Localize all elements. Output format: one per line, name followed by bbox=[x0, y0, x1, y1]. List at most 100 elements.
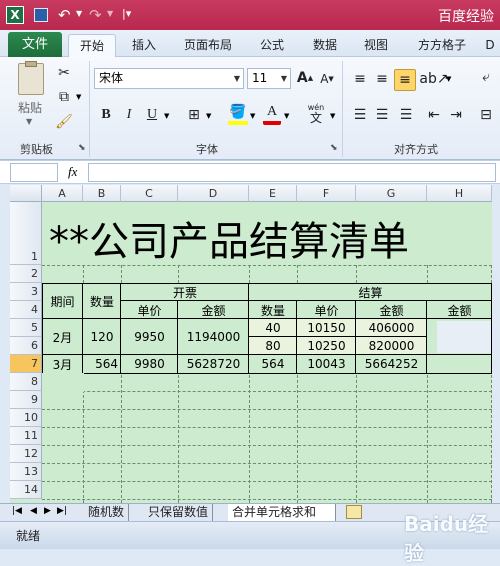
cell-feb-settle1-amount[interactable]: 406000 bbox=[356, 319, 427, 337]
paste-icon[interactable] bbox=[18, 61, 44, 95]
font-launcher-icon[interactable]: ⬊ bbox=[330, 143, 338, 153]
spreadsheet-grid[interactable]: A B C D E F G H 1 2 3 4 5 6 7 8 9 10 11 … bbox=[10, 185, 492, 503]
align-middle-icon[interactable]: ≡ bbox=[372, 69, 392, 89]
cell-feb-quantity[interactable]: 120 bbox=[83, 319, 121, 355]
header-quantity[interactable]: 数量 bbox=[83, 283, 121, 319]
fx-icon[interactable]: fx bbox=[68, 164, 77, 180]
cell-mar-unit-price[interactable]: 9980 bbox=[121, 355, 178, 373]
cell-mar-settle-unit-price[interactable]: 10043 bbox=[297, 355, 356, 373]
excel-icon[interactable]: X bbox=[6, 6, 24, 24]
row-header-8[interactable]: 8 bbox=[10, 373, 42, 391]
first-sheet-icon[interactable]: |◀ bbox=[12, 506, 22, 516]
header-settle-quantity[interactable]: 数量 bbox=[249, 301, 297, 319]
underline-dropdown-icon[interactable]: ▼ bbox=[164, 112, 169, 120]
copy-dropdown-icon[interactable]: ▼ bbox=[76, 93, 81, 101]
row-header-3[interactable]: 3 bbox=[10, 283, 42, 301]
align-bottom-icon[interactable]: ≡ bbox=[394, 69, 416, 91]
borders-icon[interactable]: ⊞ bbox=[184, 105, 204, 125]
column-header-h[interactable]: H bbox=[427, 185, 492, 202]
row-header-10[interactable]: 10 bbox=[10, 409, 42, 427]
row-header-5[interactable]: 5 bbox=[10, 319, 42, 337]
tab-data[interactable]: 数据 bbox=[305, 34, 345, 57]
next-sheet-icon[interactable]: ▶ bbox=[44, 506, 51, 516]
row-header-4[interactable]: 4 bbox=[10, 301, 42, 319]
phonetic-icon[interactable]: wén 文 bbox=[304, 101, 328, 125]
copy-icon[interactable]: ⧉ bbox=[54, 87, 74, 107]
header-invoice-amount[interactable]: 金额 bbox=[178, 301, 249, 319]
cell-mar-settle-amount[interactable]: 5664252 bbox=[356, 355, 427, 373]
font-color-button[interactable]: A bbox=[263, 103, 281, 125]
header-settlement[interactable]: 结算 bbox=[249, 283, 492, 301]
column-header-a[interactable]: A bbox=[42, 185, 83, 202]
orientation-dropdown-icon[interactable]: ▼ bbox=[446, 75, 451, 83]
font-color-dropdown-icon[interactable]: ▼ bbox=[284, 112, 289, 120]
row-header-7[interactable]: 7 bbox=[10, 355, 42, 373]
header-period[interactable]: 期间 bbox=[42, 283, 83, 319]
formula-input[interactable] bbox=[88, 163, 496, 182]
bold-button[interactable]: B bbox=[96, 105, 116, 125]
name-box[interactable] bbox=[10, 163, 58, 182]
cell-feb-extra[interactable] bbox=[437, 321, 491, 353]
phonetic-dropdown-icon[interactable]: ▼ bbox=[330, 112, 335, 120]
tab-page-layout[interactable]: 页面布局 bbox=[176, 34, 240, 57]
cell-feb-settle2-amount[interactable]: 820000 bbox=[356, 337, 427, 355]
row-header-11[interactable]: 11 bbox=[10, 427, 42, 445]
column-header-g[interactable]: G bbox=[356, 185, 427, 202]
column-header-e[interactable]: E bbox=[249, 185, 297, 202]
decrease-indent-icon[interactable]: ⇤ bbox=[424, 105, 444, 125]
font-name-combo[interactable]: 宋体 ▼ bbox=[94, 68, 244, 89]
sheet-title[interactable]: **公司产品结算清单 bbox=[42, 202, 492, 265]
header-extra-amount[interactable]: 金额 bbox=[427, 301, 492, 319]
tab-file[interactable]: 文件 bbox=[8, 32, 62, 57]
cell-feb-settle2-quantity[interactable]: 80 bbox=[249, 337, 297, 355]
row-header-1[interactable]: 1 bbox=[10, 202, 42, 265]
row-header-13[interactable]: 13 bbox=[10, 463, 42, 481]
cell-feb-period[interactable]: 2月 bbox=[42, 319, 83, 355]
orientation-icon[interactable]: ab↗ bbox=[419, 69, 448, 89]
cut-icon[interactable]: ✂ bbox=[54, 63, 74, 83]
cell-mar-settle-quantity[interactable]: 564 bbox=[249, 355, 297, 373]
row-header-12[interactable]: 12 bbox=[10, 445, 42, 463]
sheet-tab-random[interactable]: 随机数 bbox=[84, 504, 130, 522]
merge-center-icon[interactable]: ⊟ bbox=[476, 105, 496, 125]
cell-feb-settle1-unit-price[interactable]: 10150 bbox=[297, 319, 356, 337]
active-cell[interactable] bbox=[42, 373, 84, 392]
select-all-corner[interactable] bbox=[10, 185, 42, 202]
column-header-b[interactable]: B bbox=[83, 185, 121, 202]
header-settle-unit-price[interactable]: 单价 bbox=[297, 301, 356, 319]
tab-home[interactable]: 开始 bbox=[68, 34, 116, 58]
insert-sheet-icon[interactable] bbox=[346, 505, 362, 519]
sheet-tab-merge-sum[interactable]: 合并单元格求和 bbox=[228, 504, 336, 522]
sheet-tab-values-only[interactable]: 只保留数值 bbox=[144, 504, 214, 522]
tab-insert[interactable]: 插入 bbox=[124, 34, 164, 57]
wrap-text-icon[interactable]: ⤶ bbox=[476, 67, 496, 87]
redo-icon[interactable]: ↷ bbox=[89, 6, 102, 24]
cell-feb-amount[interactable]: 1194000 bbox=[178, 319, 249, 355]
tab-view[interactable]: 视图 bbox=[356, 34, 396, 57]
header-invoice-unit-price[interactable]: 单价 bbox=[121, 301, 178, 319]
undo-icon[interactable]: ↶ bbox=[58, 6, 71, 24]
increase-indent-icon[interactable]: ⇥ bbox=[446, 105, 466, 125]
cell-mar-quantity[interactable]: 564 bbox=[83, 355, 121, 373]
column-header-f[interactable]: F bbox=[297, 185, 356, 202]
align-right-icon[interactable]: ☰ bbox=[396, 105, 416, 125]
redo-dropdown-icon[interactable]: ▼ bbox=[107, 9, 113, 18]
clipboard-launcher-icon[interactable]: ⬊ bbox=[78, 143, 86, 153]
row-header-9[interactable]: 9 bbox=[10, 391, 42, 409]
borders-dropdown-icon[interactable]: ▼ bbox=[206, 112, 211, 120]
cell-feb-settle1-quantity[interactable]: 40 bbox=[249, 319, 297, 337]
last-sheet-icon[interactable]: ▶| bbox=[57, 506, 67, 516]
save-icon[interactable] bbox=[34, 8, 48, 22]
header-settle-amount[interactable]: 金额 bbox=[356, 301, 427, 319]
row-header-2[interactable]: 2 bbox=[10, 265, 42, 283]
cell-feb-settle2-unit-price[interactable]: 10250 bbox=[297, 337, 356, 355]
align-left-icon[interactable]: ☰ bbox=[350, 105, 370, 125]
row-header-6[interactable]: 6 bbox=[10, 337, 42, 355]
align-top-icon[interactable]: ≡ bbox=[350, 69, 370, 89]
cell-mar-amount[interactable]: 5628720 bbox=[178, 355, 249, 373]
tab-fangfang[interactable]: 方方格子 bbox=[410, 34, 474, 57]
fill-color-icon[interactable]: 🪣 bbox=[228, 103, 248, 125]
fill-color-dropdown-icon[interactable]: ▼ bbox=[250, 112, 255, 120]
customize-toolbar-icon[interactable]: |▾ bbox=[122, 7, 131, 20]
underline-button[interactable]: U bbox=[142, 105, 162, 125]
